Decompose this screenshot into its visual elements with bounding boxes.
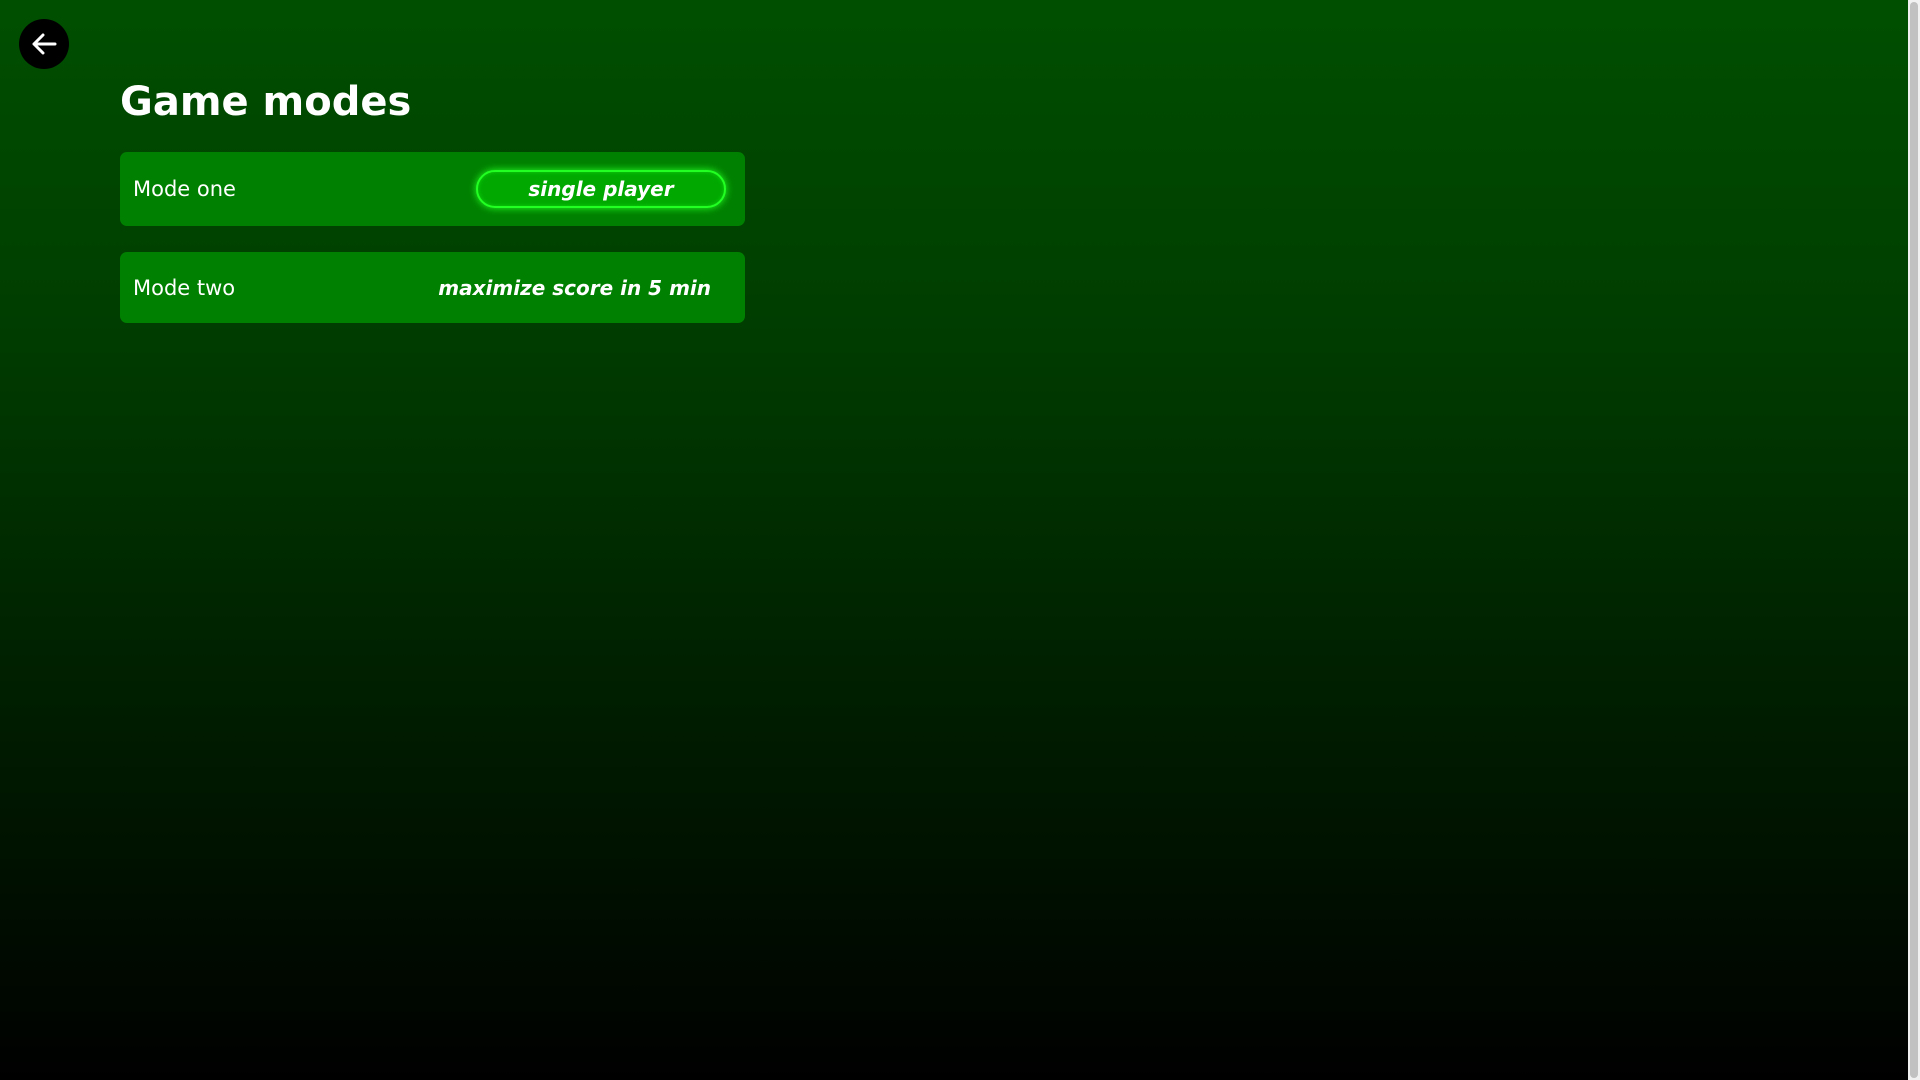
scrollbar-thumb[interactable] bbox=[1910, 2, 1918, 1078]
back-button[interactable] bbox=[19, 19, 69, 69]
mode-one-label: Mode one bbox=[133, 177, 236, 201]
arrow-left-icon bbox=[31, 33, 57, 55]
scrollbar[interactable] bbox=[1908, 0, 1920, 1080]
mode-one-button[interactable]: single player bbox=[476, 170, 726, 208]
mode-card-one[interactable]: Mode one single player bbox=[120, 152, 745, 226]
mode-two-button[interactable]: maximize score in 5 min bbox=[438, 269, 726, 307]
mode-two-label: Mode two bbox=[133, 275, 236, 300]
mode-card-two[interactable]: Mode two maximize score in 5 min bbox=[120, 252, 745, 323]
page-title: Game modes bbox=[120, 79, 412, 125]
